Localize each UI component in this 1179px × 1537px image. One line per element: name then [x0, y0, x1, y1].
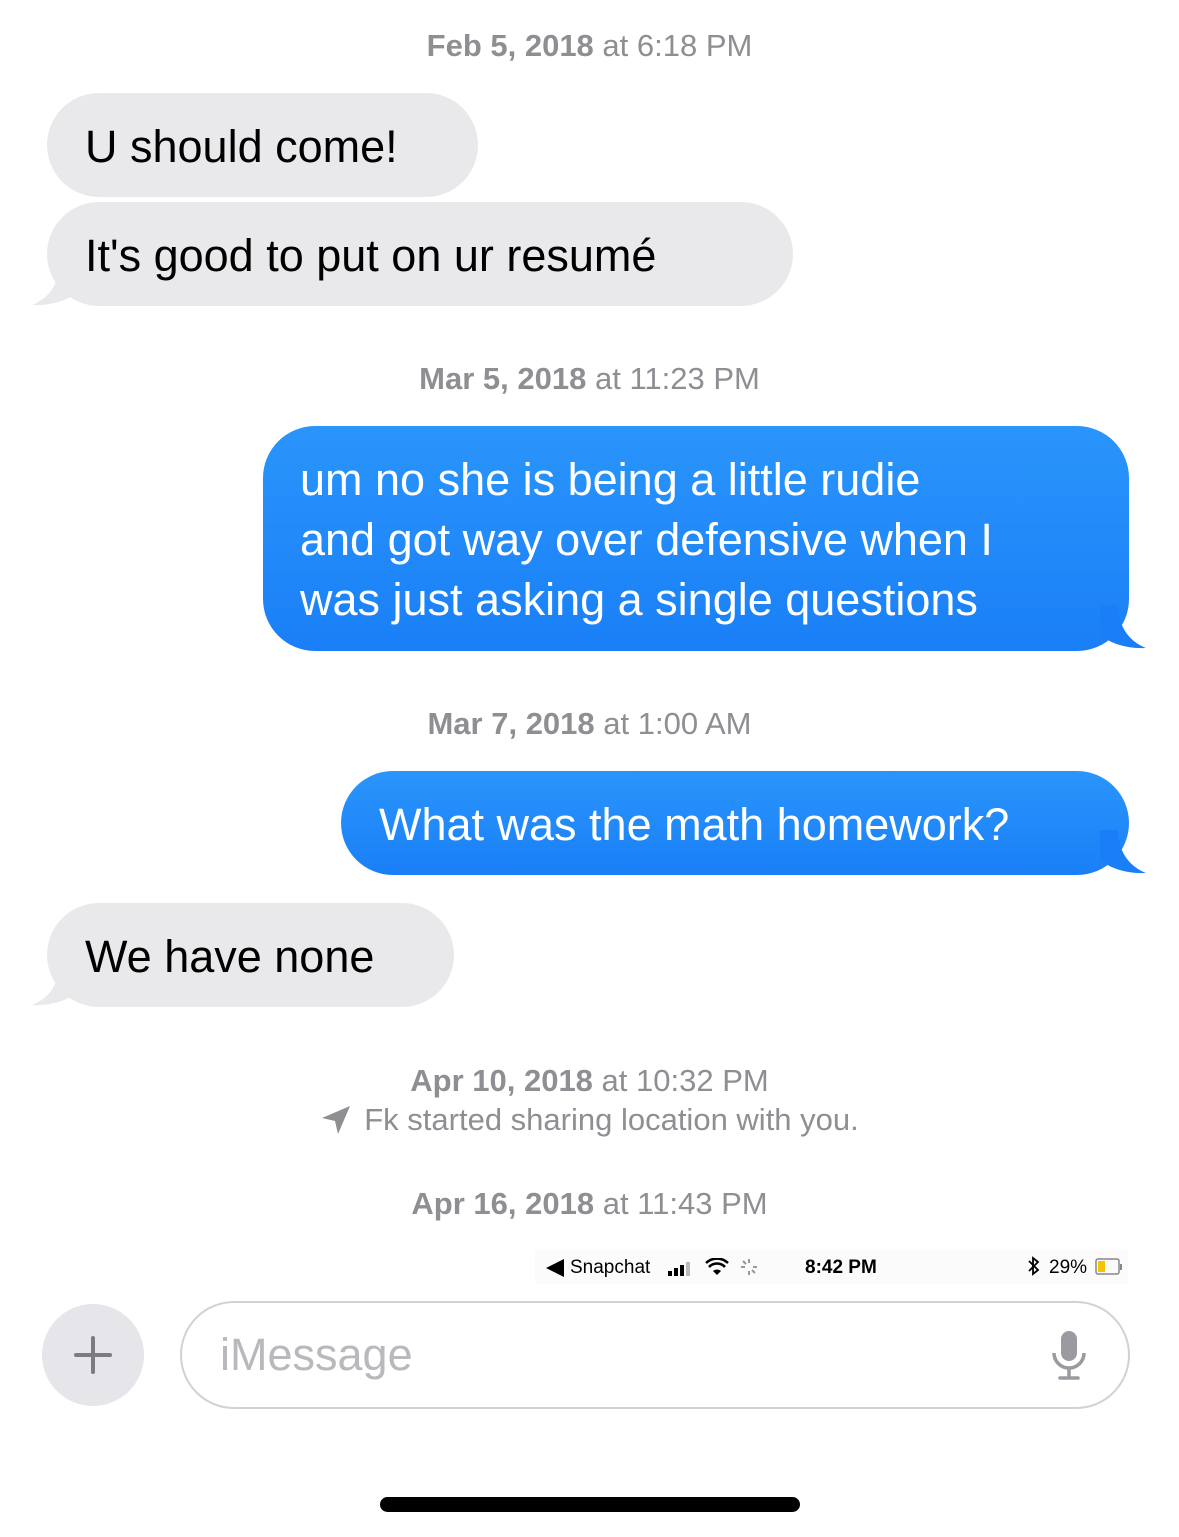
- message-input[interactable]: iMessage: [180, 1301, 1130, 1409]
- sent-message[interactable]: um no she is being a little rudie and go…: [263, 426, 1129, 651]
- received-message[interactable]: It's good to put on ur resumé: [47, 202, 793, 306]
- home-indicator[interactable]: [380, 1497, 800, 1512]
- message-text: What was the math homework?: [379, 799, 1010, 850]
- message-text-line: and got way over defensive when I: [300, 514, 993, 565]
- embedded-status-bar: Snapchat 8:42 PM 29%: [535, 1250, 1128, 1284]
- battery-icon: [1095, 1258, 1122, 1275]
- message-text: We have none: [85, 931, 375, 982]
- timestamp-date: Mar 7, 2018: [427, 706, 595, 741]
- timestamp-time: 11:23 PM: [629, 361, 760, 396]
- plus-icon: [74, 1336, 112, 1374]
- wifi-icon: [705, 1258, 729, 1275]
- message-text-line: was just asking a single questions: [300, 574, 978, 625]
- timestamp-at: at: [602, 28, 629, 63]
- back-arrow-icon: [546, 1259, 564, 1277]
- location-notice: Fk started sharing location with you.: [0, 1101, 1179, 1139]
- timestamp: Apr 10, 2018 at 10:32 PM: [0, 1062, 1179, 1100]
- bubble-tail: [32, 962, 78, 1006]
- timestamp: Feb 5, 2018 at 6:18 PM: [0, 27, 1179, 65]
- received-message[interactable]: We have none: [47, 903, 454, 1007]
- timestamp-time: 11:43 PM: [637, 1186, 768, 1221]
- sent-message[interactable]: What was the math homework?: [341, 771, 1129, 875]
- timestamp-date: Apr 16, 2018: [411, 1186, 595, 1221]
- timestamp-at: at: [602, 1186, 629, 1221]
- microphone-icon[interactable]: [1050, 1329, 1088, 1383]
- activity-spinner-icon: [741, 1259, 757, 1275]
- timestamp-time: 10:32 PM: [636, 1063, 769, 1098]
- timestamp-at: at: [601, 1063, 628, 1098]
- signal-icon: [668, 1262, 690, 1276]
- timestamp-at: at: [594, 361, 621, 396]
- back-app-label: Snapchat: [570, 1257, 651, 1278]
- timestamp: Apr 16, 2018 at 11:43 PM: [0, 1185, 1179, 1223]
- bubble-tail: [1100, 605, 1146, 649]
- timestamp: Mar 5, 2018 at 11:23 PM: [0, 360, 1179, 398]
- bubble-tail: [32, 262, 78, 306]
- location-notice-text: Fk started sharing location with you.: [364, 1102, 859, 1137]
- message-text: It's good to put on ur resumé: [85, 230, 657, 281]
- timestamp-time: 1:00 AM: [637, 706, 752, 741]
- bubble-tail: [1100, 830, 1146, 874]
- timestamp-date: Mar 5, 2018: [419, 361, 587, 396]
- timestamp-at: at: [603, 706, 630, 741]
- message-input-placeholder: iMessage: [220, 1329, 413, 1380]
- status-time: 8:42 PM: [805, 1257, 877, 1278]
- add-attachment-button[interactable]: [42, 1304, 144, 1406]
- timestamp-date: Feb 5, 2018: [426, 28, 594, 63]
- message-text: U should come!: [85, 121, 398, 172]
- received-message[interactable]: U should come!: [47, 93, 478, 197]
- location-arrow-icon: [322, 1106, 351, 1134]
- timestamp-time: 6:18 PM: [636, 28, 753, 63]
- battery-percent: 29%: [1049, 1257, 1088, 1278]
- message-text-line: um no she is being a little rudie: [300, 454, 921, 505]
- timestamp-date: Apr 10, 2018: [410, 1063, 593, 1098]
- timestamp: Mar 7, 2018 at 1:00 AM: [0, 705, 1179, 743]
- bluetooth-icon: [1028, 1256, 1040, 1276]
